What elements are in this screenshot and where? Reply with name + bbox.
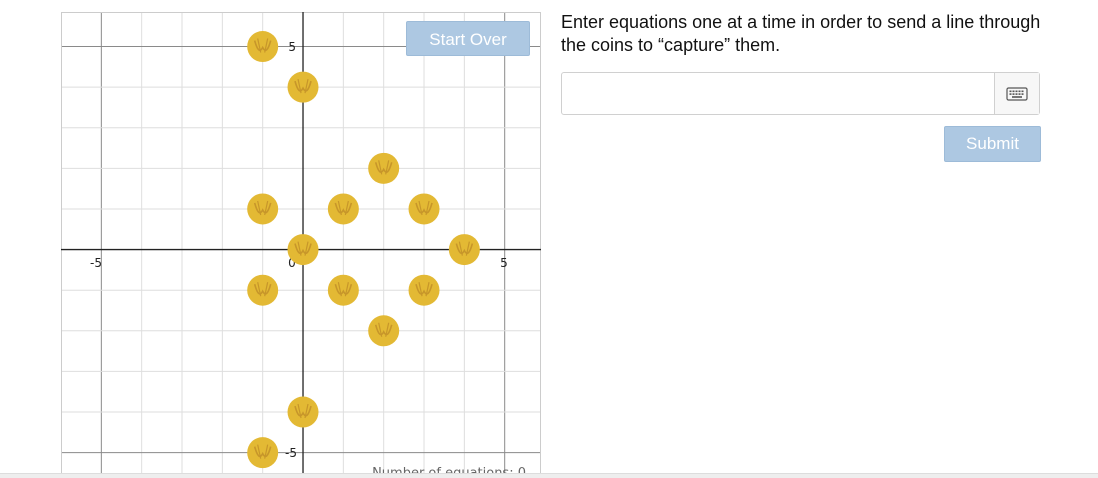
coin-icon <box>247 193 279 225</box>
coin-icon <box>287 396 319 428</box>
coin-icon <box>408 193 440 225</box>
coin-icon <box>448 234 480 266</box>
x-tick-label-neg: -5 <box>90 256 102 270</box>
coin-icon <box>408 274 440 306</box>
x-tick-label-pos: 5 <box>500 256 508 270</box>
y-tick-label-neg: -5 <box>285 446 297 460</box>
keyboard-icon <box>1006 86 1028 101</box>
submit-button[interactable]: Submit <box>944 126 1041 162</box>
y-tick-label-pos: 5 <box>288 40 296 54</box>
coin-icon <box>247 31 279 63</box>
instructions-text: Enter equations one at a time in order t… <box>561 12 1041 55</box>
coin-icon <box>247 274 279 306</box>
coin-icon <box>368 152 400 184</box>
equation-input[interactable] <box>562 73 994 114</box>
coin-icon <box>368 315 400 347</box>
coin-icon <box>247 437 279 469</box>
coin-icon <box>327 274 359 306</box>
keyboard-toggle-button[interactable] <box>994 73 1039 114</box>
graph-canvas: -5 5 5 -5 0 Number of equations: 0 <box>61 12 541 477</box>
start-over-button[interactable]: Start Over <box>406 21 530 56</box>
coin-icon <box>327 193 359 225</box>
equation-field <box>561 72 1040 115</box>
coin-icon <box>287 71 319 103</box>
coin-icon <box>287 234 319 266</box>
bottom-divider <box>0 473 1098 478</box>
coin-graph: -5 5 5 -5 0 Number of equations: 0 Start… <box>61 12 541 477</box>
